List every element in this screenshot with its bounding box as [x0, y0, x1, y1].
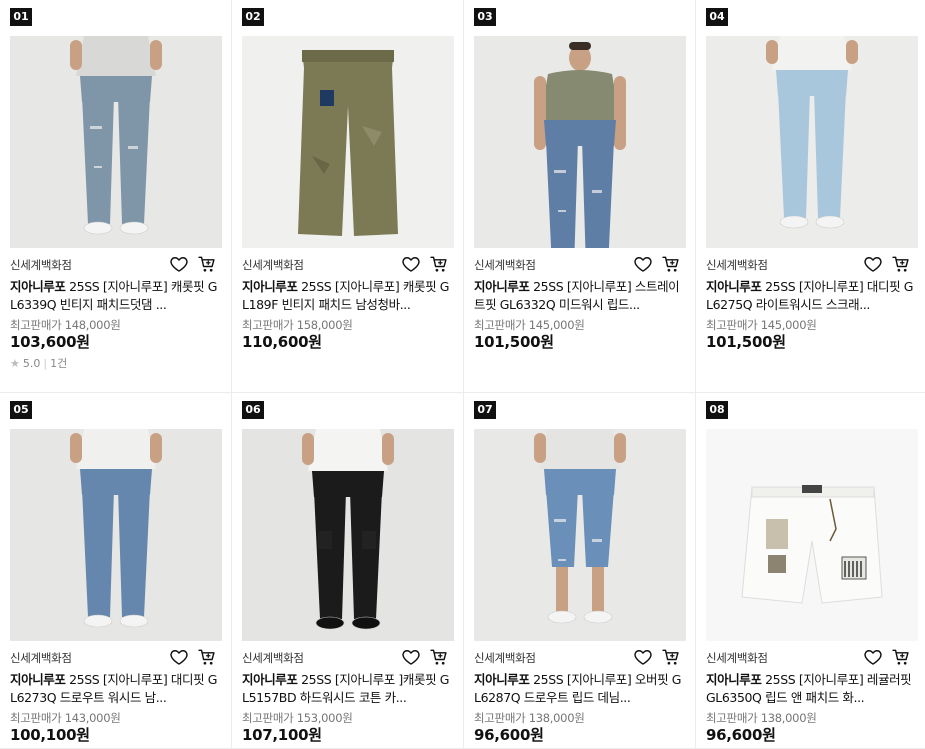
product-card[interactable]: 06 신세계백화점 지아니루포 25SS [지아니루포 ]캐롯핏 GL5157B…	[232, 393, 464, 749]
sale-price: 96,600원	[706, 726, 776, 744]
cart-icon[interactable]	[661, 254, 681, 274]
rating-value: 5.0	[22, 356, 41, 370]
product-actions	[633, 647, 681, 667]
store-name: 신세계백화점	[10, 258, 72, 272]
brand-name: 지아니루포	[242, 672, 298, 687]
cart-icon[interactable]	[197, 647, 217, 667]
product-title[interactable]: 지아니루포 25SS [지아니루포] 대디핏 GL6273Q 드로우트 워시드 …	[10, 671, 220, 707]
rank-badge: 02	[242, 8, 264, 26]
brand-name: 지아니루포	[474, 672, 530, 687]
product-title[interactable]: 지아니루포 25SS [지아니루포] 캐롯핏 GL6339Q 빈티지 패치드덧댐…	[10, 278, 220, 314]
sale-price: 100,100원	[10, 726, 90, 744]
product-actions	[633, 254, 681, 274]
sale-price: 101,500원	[474, 333, 554, 351]
sale-price: 103,600원	[10, 333, 90, 351]
sale-price: 101,500원	[706, 333, 786, 351]
star-icon: ★	[10, 356, 20, 370]
product-image[interactable]	[474, 36, 686, 248]
product-actions	[863, 254, 911, 274]
product-image[interactable]	[10, 429, 222, 641]
product-image[interactable]	[242, 429, 454, 641]
heart-icon[interactable]	[169, 647, 189, 667]
brand-name: 지아니루포	[706, 672, 762, 687]
product-image[interactable]	[706, 36, 918, 248]
product-card[interactable]: 04 신세계백화점 지아니루포 25SS [지아니루포] 대디핏 GL6275Q…	[696, 0, 925, 393]
rank-badge: 05	[10, 401, 32, 419]
cart-icon[interactable]	[661, 647, 681, 667]
product-image[interactable]	[242, 36, 454, 248]
product-card[interactable]: 05 신세계백화점 지아니루포 25SS [지아니루포] 대디핏 GL6273Q…	[0, 393, 232, 749]
brand-name: 지아니루포	[10, 279, 66, 294]
product-card[interactable]: 02 신세계백화점 지아니루포 25SS [지아니루포] 캐롯핏 GL189F …	[232, 0, 464, 393]
product-image[interactable]	[10, 36, 222, 248]
product-title[interactable]: 지아니루포 25SS [지아니루포 ]캐롯핏 GL5157BD 하드워시드 코튼…	[242, 671, 452, 707]
sale-price: 96,600원	[474, 726, 544, 744]
product-actions	[169, 647, 217, 667]
brand-name: 지아니루포	[706, 279, 762, 294]
product-card[interactable]: 01 신세계백화점 지아니루포 25SS [지아니루포] 캐롯핏 GL6339Q…	[0, 0, 232, 393]
heart-icon[interactable]	[863, 254, 883, 274]
product-image[interactable]	[474, 429, 686, 641]
product-actions	[169, 254, 217, 274]
heart-icon[interactable]	[633, 254, 653, 274]
product-card[interactable]: 03 신세계백화점 지아니루포 25SS [지아니루포] 스트레이트핏 GL63…	[464, 0, 696, 393]
rank-badge: 01	[10, 8, 32, 26]
store-name: 신세계백화점	[474, 258, 536, 272]
brand-name: 지아니루포	[474, 279, 530, 294]
product-title[interactable]: 지아니루포 25SS [지아니루포] 스트레이트핏 GL6332Q 미드워시 립…	[474, 278, 684, 314]
cart-icon[interactable]	[891, 647, 911, 667]
store-name: 신세계백화점	[10, 651, 72, 665]
product-title[interactable]: 지아니루포 25SS [지아니루포] 대디핏 GL6275Q 라이트워시드 스크…	[706, 278, 916, 314]
heart-icon[interactable]	[633, 647, 653, 667]
product-actions	[401, 647, 449, 667]
product-actions	[401, 254, 449, 274]
cart-icon[interactable]	[429, 254, 449, 274]
brand-name: 지아니루포	[242, 279, 298, 294]
product-title[interactable]: 지아니루포 25SS [지아니루포] 레귤러핏 GL6350Q 립드 앤 패치드…	[706, 671, 916, 707]
store-name: 신세계백화점	[242, 258, 304, 272]
brand-name: 지아니루포	[10, 672, 66, 687]
rating-divider: |	[43, 356, 48, 370]
heart-icon[interactable]	[401, 647, 421, 667]
store-name: 신세계백화점	[706, 258, 768, 272]
product-title[interactable]: 지아니루포 25SS [지아니루포] 캐롯핏 GL189F 빈티지 패치드 남성…	[242, 278, 452, 314]
rank-badge: 07	[474, 401, 496, 419]
product-grid: 01 신세계백화점 지아니루포 25SS [지아니루포] 캐롯핏 GL6339Q…	[0, 0, 925, 749]
cart-icon[interactable]	[891, 254, 911, 274]
sale-price: 110,600원	[242, 333, 322, 351]
cart-icon[interactable]	[429, 647, 449, 667]
review-count[interactable]: 1건	[50, 355, 67, 371]
product-image[interactable]	[706, 429, 918, 641]
rank-badge: 06	[242, 401, 264, 419]
product-card[interactable]: 07 신세계백화점 지아니루포 25SS [지아니루포] 오버핏 GL6287Q…	[464, 393, 696, 749]
heart-icon[interactable]	[169, 254, 189, 274]
cart-icon[interactable]	[197, 254, 217, 274]
rank-badge: 03	[474, 8, 496, 26]
sale-price: 107,100원	[242, 726, 322, 744]
heart-icon[interactable]	[863, 647, 883, 667]
product-actions	[863, 647, 911, 667]
store-name: 신세계백화점	[706, 651, 768, 665]
store-name: 신세계백화점	[242, 651, 304, 665]
heart-icon[interactable]	[401, 254, 421, 274]
rank-badge: 08	[706, 401, 728, 419]
product-title[interactable]: 지아니루포 25SS [지아니루포] 오버핏 GL6287Q 드로우트 립드 데…	[474, 671, 684, 707]
rank-badge: 04	[706, 8, 728, 26]
rating: ★ 5.0 | 1건	[10, 355, 67, 371]
store-name: 신세계백화점	[474, 651, 536, 665]
product-card[interactable]: 08 신세계백화점 지아니루포 25SS [지아니루포] 레귤러핏 GL6350…	[696, 393, 925, 749]
